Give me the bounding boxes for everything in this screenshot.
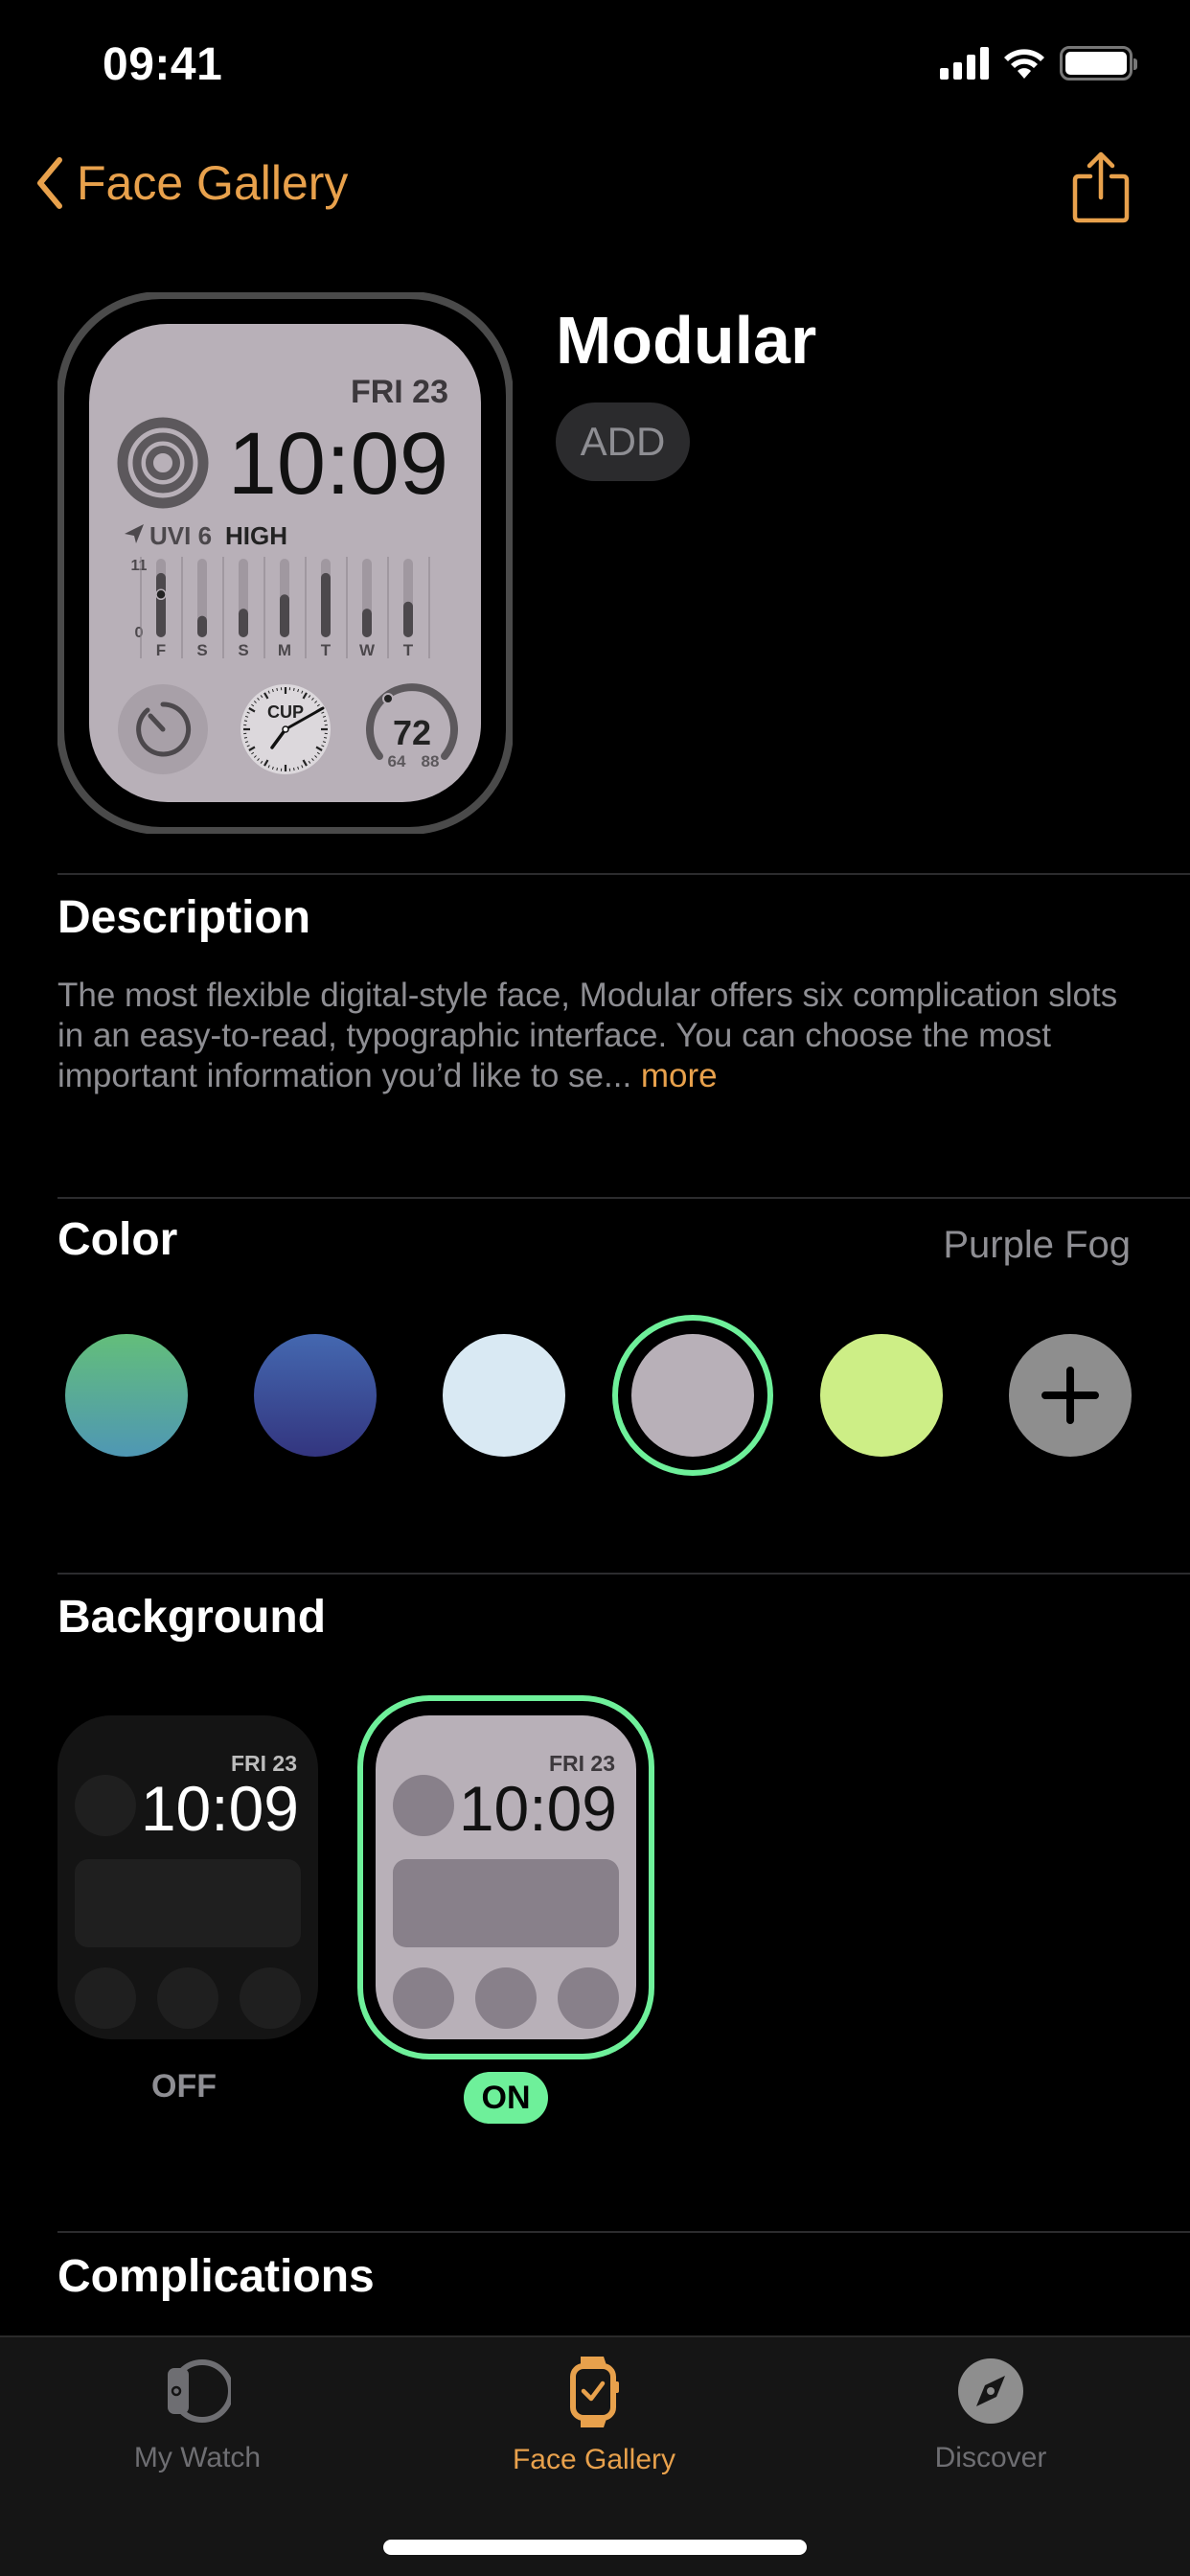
clock-tick: [243, 720, 247, 722]
background-off-label: OFF: [151, 2068, 217, 2104]
uv-day-label: T: [321, 641, 332, 659]
share-button[interactable]: [1071, 151, 1131, 229]
temperature-high: 88: [422, 752, 440, 770]
color-swatch-lime[interactable]: [820, 1334, 943, 1457]
back-label: Face Gallery: [77, 156, 349, 210]
plus-icon: [1041, 1367, 1099, 1424]
clock-tick: [276, 768, 278, 771]
uv-label: UVI 6: [149, 521, 212, 550]
uv-axis-min: 0: [135, 625, 144, 641]
battery-icon: [1060, 46, 1137, 80]
bg-off-time: 10:09: [141, 1773, 299, 1844]
tab-label: My Watch: [133, 2442, 262, 2473]
clock-tick: [293, 687, 295, 691]
uv-day-label: T: [403, 641, 414, 659]
status-icons: [940, 46, 1137, 80]
home-indicator[interactable]: [383, 2540, 807, 2555]
back-button[interactable]: Face Gallery: [34, 155, 348, 211]
background-title: Background: [57, 1592, 327, 1643]
divider: [57, 1573, 1190, 1575]
uv-level: HIGH: [225, 521, 287, 550]
uv-current-marker: [155, 588, 167, 601]
background-off-option[interactable]: FRI 23 10:09: [57, 1715, 318, 2039]
world-clock-complication: CUP: [240, 684, 331, 774]
color-swatch-purple-fog[interactable]: [612, 1315, 773, 1476]
selected-color-name: Purple Fog: [943, 1224, 1131, 1266]
navigation-bar: Face Gallery: [0, 144, 1190, 240]
chevron-left-icon: [37, 157, 62, 209]
compass-icon: [958, 2358, 1023, 2424]
clock-city: CUP: [267, 702, 304, 722]
temperature-low: 64: [388, 752, 406, 770]
divider: [57, 1197, 1190, 1199]
timer-complication: [118, 684, 208, 774]
uv-day-label: W: [359, 641, 376, 659]
clock-tick: [324, 737, 328, 739]
background-on-option[interactable]: FRI 23 10:09: [356, 1694, 655, 2060]
color-swatch-green-teal[interactable]: [65, 1334, 188, 1457]
share-icon: [1072, 151, 1130, 223]
watch-face-icon: [570, 2357, 619, 2427]
preview-date: FRI 23: [351, 374, 448, 410]
watch-face-preview: FRI 23 10:09 UVI 6 HIGH 11 0 F S S M T W T CUP…: [57, 292, 513, 834]
uv-day-label: M: [278, 641, 291, 659]
clock-tick: [324, 720, 328, 722]
bg-on-time: 10:09: [459, 1773, 617, 1844]
color-title: Color: [57, 1214, 178, 1265]
temperature-current: 72: [393, 713, 431, 752]
tab-label: Face Gallery: [512, 2444, 676, 2475]
face-title: Modular: [556, 303, 817, 378]
preview-time: 10:09: [228, 415, 448, 513]
color-swatch-light-blue[interactable]: [443, 1334, 565, 1457]
tab-discover[interactable]: Discover: [876, 2355, 1106, 2474]
uv-axis-max: 11: [131, 558, 148, 574]
uv-day-label: F: [156, 641, 166, 659]
color-swatch-blue[interactable]: [254, 1334, 377, 1457]
divider: [57, 2231, 1190, 2233]
add-button[interactable]: ADD: [556, 402, 690, 481]
cellular-signal-icon: [940, 47, 989, 80]
description-body: The most flexible digital-style face, Mo…: [57, 977, 1118, 1094]
uv-day-label: S: [196, 641, 207, 659]
status-bar: 09:41: [0, 0, 1190, 125]
clock-tick: [243, 737, 247, 739]
watch-side-icon: [168, 2359, 234, 2423]
description-title: Description: [57, 892, 311, 943]
tab-face-gallery[interactable]: Face Gallery: [479, 2355, 709, 2476]
divider: [57, 873, 1190, 875]
status-time: 09:41: [103, 39, 223, 90]
background-on-badge: ON: [464, 2072, 548, 2124]
add-color-button[interactable]: [1009, 1334, 1132, 1457]
clock-tick: [276, 687, 278, 691]
complications-title: Complications: [57, 2251, 375, 2302]
tab-label: Discover: [934, 2442, 1047, 2473]
more-link[interactable]: more: [641, 1057, 718, 1094]
tab-my-watch[interactable]: My Watch: [82, 2355, 312, 2474]
wifi-icon: [1004, 49, 1044, 79]
description-text: The most flexible digital-style face, Mo…: [57, 976, 1140, 1096]
color-swatches: [65, 1315, 1138, 1476]
uv-day-label: S: [238, 641, 248, 659]
clock-tick: [293, 768, 295, 771]
